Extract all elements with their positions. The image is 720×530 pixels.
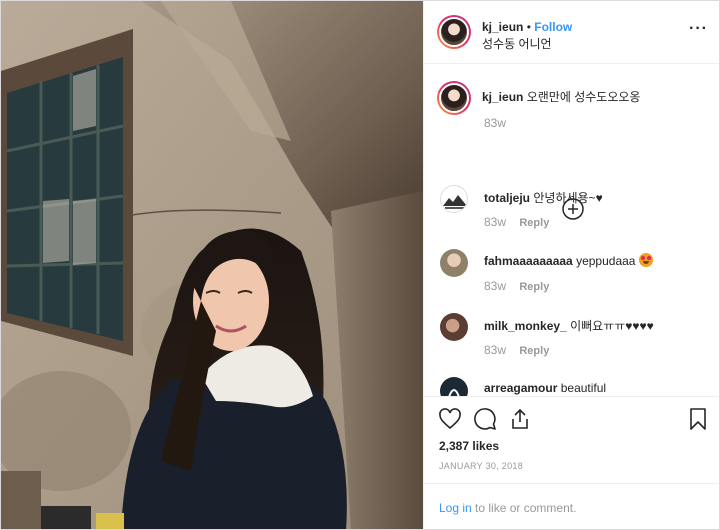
comment-text-line: arreagamour beautiful: [484, 381, 606, 395]
more-options-icon[interactable]: ···: [689, 21, 708, 37]
commenter-avatar[interactable]: [440, 249, 468, 277]
comment-meta: 83w Reply: [484, 343, 549, 357]
photo-illustration: [1, 1, 423, 529]
comment-row: totaljeju 안녕하세용~♥ 83w Reply: [424, 181, 719, 241]
caption-text-line: kj_ieun 오랜만에 성수도오오옹: [482, 88, 640, 105]
login-prompt: Log in to like or comment.: [424, 483, 719, 529]
share-icon[interactable]: [508, 407, 534, 433]
comment-text-line: fahmaaaaaaaaa yeppudaaa: [484, 253, 653, 268]
commenter-avatar[interactable]: [440, 313, 468, 341]
comment-meta: 83w Reply: [484, 215, 549, 229]
comment-text: yeppudaaa: [576, 254, 636, 268]
comment-time: 83w: [484, 215, 507, 229]
likes-count[interactable]: 2,387 likes: [439, 439, 499, 453]
caption-time: 83w: [484, 116, 507, 130]
comment-username[interactable]: milk_monkey_: [484, 319, 567, 333]
login-link[interactable]: Log in: [439, 501, 472, 515]
post-actions: [424, 401, 719, 441]
comment-icon[interactable]: [473, 407, 499, 433]
post-frame: kj_ieun • Follow 성수동 어니언 ··· kj_ieun 오랜만…: [0, 0, 720, 530]
comment-time: 83w: [484, 279, 507, 293]
bookmark-icon[interactable]: [686, 407, 712, 433]
comment-text-line: milk_monkey_ 이뻐요ㅠㅠ♥♥♥♥: [484, 317, 654, 334]
caption-row: kj_ieun 오랜만에 성수도오오옹 83w: [424, 80, 719, 140]
comment-row: fahmaaaaaaaaa yeppudaaa 83w Reply: [424, 245, 719, 305]
commenter-avatar[interactable]: [440, 377, 468, 396]
post-side-panel: kj_ieun • Follow 성수동 어니언 ··· kj_ieun 오랜만…: [423, 1, 719, 529]
caption-username[interactable]: kj_ieun: [482, 90, 523, 104]
author-line: kj_ieun • Follow: [482, 20, 572, 34]
reply-button[interactable]: Reply: [519, 345, 549, 357]
author-username[interactable]: kj_ieun: [482, 20, 523, 34]
post-header: kj_ieun • Follow 성수동 어니언 ···: [424, 1, 719, 64]
reply-button[interactable]: Reply: [519, 217, 549, 229]
comment-row: milk_monkey_ 이뻐요ㅠㅠ♥♥♥♥ 83w Reply: [424, 309, 719, 369]
post-photo[interactable]: [1, 1, 423, 529]
heart-icon[interactable]: [438, 407, 464, 433]
comment-text: 이뻐요ㅠㅠ♥♥♥♥: [570, 319, 654, 333]
comment-text: beautiful: [560, 381, 607, 395]
caption-text: 오랜만에 성수도오오옹: [526, 90, 641, 104]
comments-list[interactable]: kj_ieun 오랜만에 성수도오오옹 83w totaljeju 안녕하세용~…: [424, 64, 719, 397]
comment-text-line: totaljeju 안녕하세용~♥: [484, 189, 603, 206]
post-date[interactable]: JANUARY 30, 2018: [439, 461, 523, 471]
login-suffix: to like or comment.: [475, 501, 577, 515]
comment-username[interactable]: totaljeju: [484, 191, 530, 205]
comment-meta: 83w Reply: [484, 279, 549, 293]
commenter-avatar[interactable]: [440, 185, 468, 213]
post-location[interactable]: 성수동 어니언: [482, 35, 552, 52]
comment-row: arreagamour beautiful: [424, 373, 719, 396]
caption-avatar[interactable]: [437, 81, 471, 115]
comment-time: 83w: [484, 343, 507, 357]
comment-username[interactable]: arreagamour: [484, 381, 557, 395]
heart-eyes-emoji: [638, 253, 653, 267]
comment-username[interactable]: fahmaaaaaaaaa: [484, 254, 573, 268]
follow-button[interactable]: Follow: [534, 20, 572, 34]
separator-dot: •: [526, 20, 531, 34]
comment-text: 안녕하세용~♥: [533, 191, 603, 205]
reply-button[interactable]: Reply: [519, 281, 549, 293]
author-avatar[interactable]: [437, 15, 471, 49]
